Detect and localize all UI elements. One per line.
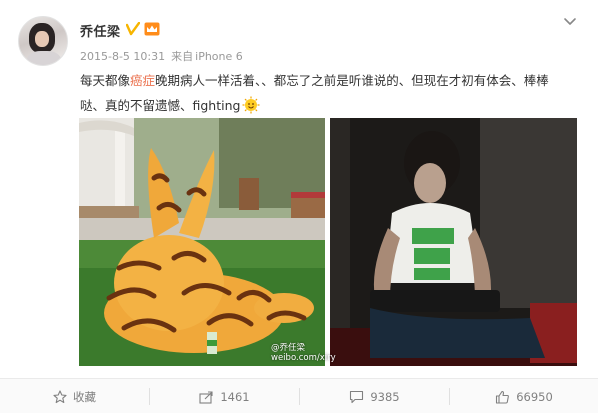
like-button[interactable]: 66950 [450, 379, 598, 413]
action-bar: 收藏 1461 9385 66950 [0, 378, 598, 413]
thumbs-up-icon [496, 390, 510, 404]
via-label: 来自 [171, 50, 194, 63]
comment-count: 9385 [370, 389, 400, 404]
comment-button[interactable]: 9385 [300, 379, 449, 413]
avatar-face [35, 31, 49, 47]
watermark-handle: @乔任梁 [271, 343, 306, 353]
favorite-button[interactable]: 收藏 [0, 379, 149, 413]
user-name[interactable]: 乔任梁 [80, 21, 121, 40]
star-icon [53, 389, 67, 403]
smile-emoji-icon [242, 96, 260, 114]
image-watermark: @乔任梁 weibo.com/xiry [271, 343, 336, 363]
post-source[interactable]: iPhone 6 [195, 50, 243, 63]
photo-left-illustration [79, 118, 325, 366]
like-count: 66950 [516, 389, 553, 404]
post-timestamp[interactable]: 2015-8-5 10:31 [80, 50, 165, 63]
photo-man-sitting[interactable] [330, 118, 577, 366]
post-meta: 2015-8-5 10:31 来自 iPhone 6 [80, 48, 249, 64]
watermark-url: weibo.com/xiry [271, 353, 336, 363]
comment-icon [350, 390, 364, 403]
avatar-body [27, 51, 61, 65]
post-text: 每天都像癌症晚期病人一样活着、、都忘了之前是听谁说的、但现在才初有体会、棒棒哒、… [80, 68, 570, 118]
photo-tiger-rabbit-sculpture[interactable] [79, 118, 325, 366]
post-text-part1: 每天都像 [80, 73, 131, 88]
repost-icon [199, 390, 213, 404]
favorite-label: 收藏 [73, 389, 96, 404]
topic-link[interactable]: 癌症 [130, 73, 155, 88]
vip-crown-icon[interactable] [144, 22, 160, 36]
avatar[interactable] [18, 16, 68, 66]
photo-right-illustration [330, 118, 577, 366]
repost-count: 1461 [220, 389, 250, 404]
verified-icon [126, 22, 140, 36]
repost-button[interactable]: 1461 [150, 379, 299, 413]
chevron-down-icon[interactable] [563, 16, 577, 28]
weibo-post-card: 乔任梁 2015-8-5 10:31 来自 iPhone 6 每天都像癌症晚期病人一… [0, 0, 598, 413]
